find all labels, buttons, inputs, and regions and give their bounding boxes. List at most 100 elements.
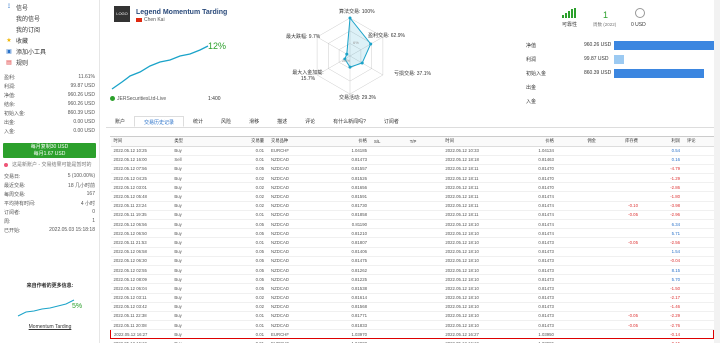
broker-icon bbox=[110, 96, 115, 101]
table-cell bbox=[370, 201, 407, 211]
scrollbar[interactable] bbox=[714, 0, 720, 343]
table-cell: 2022.05.11 21:53 bbox=[110, 237, 172, 248]
stat-row: 交易日: 5 (100.00%) bbox=[4, 173, 95, 182]
table-cell: -0.05 bbox=[599, 311, 642, 322]
table-cell: 0.81473 bbox=[322, 155, 371, 165]
column-header[interactable]: 时间 bbox=[110, 137, 172, 147]
promo-sparkline: 5% bbox=[17, 299, 82, 317]
table-cell: 0.81470 bbox=[507, 173, 558, 184]
table-cell: 2022.05.12 06:56 bbox=[110, 219, 172, 230]
growth-chart: 12% bbox=[111, 41, 226, 90]
balance-bar-track bbox=[614, 54, 714, 64]
sidebar-item-label: 收藏 bbox=[16, 39, 29, 45]
table-cell: 0.81656 bbox=[322, 182, 371, 193]
column-header[interactable]: 佣金 bbox=[557, 137, 600, 147]
table-cell: 0.81591 bbox=[322, 191, 371, 202]
column-header[interactable]: 交易品种 bbox=[268, 137, 323, 147]
table-cell: 0.16 bbox=[641, 155, 684, 165]
table-cell bbox=[557, 155, 600, 165]
column-header[interactable]: 评论 bbox=[683, 137, 714, 147]
promo-pct: 5% bbox=[72, 303, 82, 310]
table-row: 2022.05.12 08:09 Buy 0.05 NZDCAD 0.81225 2022… bbox=[110, 274, 714, 285]
column-header[interactable]: 利润 bbox=[641, 137, 684, 147]
avatar: LOGO bbox=[114, 6, 130, 22]
table-row: 2022.05.12 06:58 Buy 0.05 NZDCAD 0.81406 2022… bbox=[110, 247, 714, 257]
tab-7[interactable]: 有什么新闻吗? bbox=[324, 116, 375, 127]
sidebar-item[interactable]: 我的信号 bbox=[0, 13, 99, 24]
table-cell: Buy bbox=[171, 311, 220, 322]
table-cell: 2022.05.12 18:10 bbox=[442, 302, 508, 312]
column-header[interactable]: T/P bbox=[406, 137, 443, 147]
table-cell bbox=[599, 219, 642, 230]
tab-6[interactable]: 评论 bbox=[296, 116, 324, 127]
column-header[interactable]: S/L bbox=[370, 137, 407, 147]
table-cell: 2022.05.12 16:19 bbox=[110, 338, 172, 343]
stat-value: 960.26 USD bbox=[67, 92, 95, 98]
table-cell: 2022.05.12 03:11 bbox=[110, 293, 172, 303]
table-cell: 0.02 bbox=[219, 293, 269, 303]
sidebar-item[interactable]: 我的订阅 bbox=[0, 24, 99, 35]
tab-4[interactable]: 滑移 bbox=[240, 116, 268, 127]
sidebar-item[interactable]: ▤ 规则 bbox=[0, 57, 99, 68]
table-cell: 0.81475 bbox=[322, 256, 371, 266]
table-cell bbox=[557, 164, 600, 175]
table-cell bbox=[599, 173, 642, 184]
tab-5[interactable]: 描述 bbox=[268, 116, 296, 127]
column-header[interactable]: 时间 bbox=[442, 137, 508, 147]
column-header[interactable]: 价格 bbox=[322, 137, 371, 147]
table-cell: 0.81473 bbox=[507, 293, 558, 303]
stat-label: 每周交易: bbox=[4, 192, 26, 198]
column-header[interactable]: 类型 bbox=[171, 137, 220, 147]
table-row: 2022.05.11 20:08 Buy 0.01 NZDCAD 0.81833 2022… bbox=[110, 320, 714, 331]
tab-3[interactable]: 风险 bbox=[212, 116, 240, 127]
sidebar: ⟟ 信号 我的信号 我的订阅 ★ 收藏 ▣ 添加小工具 ▤ 规则 盈利: 11.61% 利润: 99.8… bbox=[0, 0, 100, 343]
stat-label: 最近交易: bbox=[4, 183, 26, 189]
table-cell: Buy bbox=[171, 146, 220, 156]
sidebar-item[interactable]: ★ 收藏 bbox=[0, 35, 99, 46]
author-name[interactable]: Chen Kai bbox=[144, 17, 165, 23]
tab-0[interactable]: 账户 bbox=[106, 116, 134, 127]
main-content: LOGO Legend Momentum Tarding Chen Kai 12… bbox=[106, 0, 720, 343]
table-cell: 0.01 bbox=[219, 311, 269, 322]
table-cell bbox=[370, 182, 407, 193]
tab-8[interactable]: 订阅者 bbox=[375, 116, 408, 127]
stat-label: 入金: bbox=[4, 129, 16, 135]
promo-link[interactable]: Momentum Tarding bbox=[4, 324, 96, 330]
signal-name[interactable]: Legend Momentum Tarding bbox=[136, 9, 227, 16]
balance-label: 利润 bbox=[526, 56, 537, 63]
table-cell: 0.81473 bbox=[507, 311, 558, 322]
radar-label-activity: 交易活动: 29.3% bbox=[339, 95, 376, 101]
subscribe-button[interactable]: 每月复制30 USD 每月1.67 USD bbox=[3, 143, 96, 158]
table-cell: 2022.05.12 18:11 bbox=[442, 201, 508, 211]
weeks-label: 周数 (2022) bbox=[593, 22, 617, 27]
table-header: 时间 类型 交易量 交易品种 价格 S/L T/P 时间 价格 佣金 库存费 利润 评论 bbox=[110, 137, 714, 147]
table-cell: 2022.05.11 20:08 bbox=[110, 320, 172, 331]
table-cell bbox=[557, 182, 600, 193]
table-cell: NZDCAD bbox=[268, 210, 323, 221]
table-row: 2022.05.12 10:25 Buy 0.01 EURCHF 1.04185 2022… bbox=[110, 146, 714, 156]
table-cell bbox=[683, 265, 714, 276]
tab-1[interactable]: 交易历史记录 bbox=[134, 116, 185, 127]
table-cell bbox=[370, 283, 407, 294]
table-cell: 2022.05.12 06:30 bbox=[110, 256, 172, 266]
table-cell: NZDCAD bbox=[268, 173, 323, 184]
table-cell bbox=[599, 256, 642, 266]
column-header[interactable]: 交易量 bbox=[219, 137, 269, 147]
sidebar-item[interactable]: ▣ 添加小工具 bbox=[0, 46, 99, 57]
column-header[interactable]: 库存费 bbox=[599, 137, 642, 147]
stat-value: 18 几小时前 bbox=[68, 183, 95, 189]
table-cell: 0.02 bbox=[219, 201, 269, 211]
table-cell bbox=[599, 265, 642, 276]
column-header[interactable]: 价格 bbox=[507, 137, 558, 147]
broker-name[interactable]: JERSecuritiesLtd-Live bbox=[117, 96, 166, 102]
table-cell bbox=[370, 164, 407, 175]
table-body: 2022.05.12 10:25 Buy 0.01 EURCHF 1.04185 2022… bbox=[110, 146, 714, 343]
table-cell bbox=[370, 265, 407, 276]
table-cell bbox=[406, 274, 443, 285]
tab-2[interactable]: 统计 bbox=[184, 116, 212, 127]
table-cell: 0.81771 bbox=[322, 311, 371, 322]
sidebar-item[interactable]: ⟟ 信号 bbox=[0, 2, 99, 13]
table-cell: 2022.05.12 07:56 bbox=[110, 164, 172, 175]
radar-center-label: 6% bbox=[353, 40, 359, 45]
table-cell: NZDCAD bbox=[268, 228, 323, 239]
